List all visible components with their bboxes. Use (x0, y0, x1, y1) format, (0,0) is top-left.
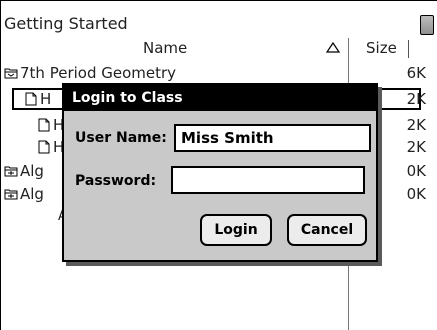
folder-icon (4, 166, 18, 177)
battery-icon (420, 15, 434, 35)
list-item-folder[interactable]: 7th Period Geometry 6K (0, 62, 437, 84)
item-size: 0K (406, 185, 426, 203)
document-icon (38, 140, 50, 154)
document-icon (38, 118, 50, 132)
username-field[interactable]: Miss Smith (174, 124, 371, 152)
item-name: 7th Period Geometry (20, 64, 177, 82)
item-size: 6K (406, 64, 426, 82)
password-label: Password: (75, 173, 157, 189)
cancel-button[interactable]: Cancel (287, 214, 367, 246)
item-name: Alg (20, 185, 44, 203)
item-name: H (40, 90, 52, 108)
item-name: Alg (20, 162, 44, 180)
document-title: Getting Started (4, 14, 128, 33)
folder-icon (4, 68, 18, 79)
username-label: User Name: (75, 130, 167, 146)
folder-icon (4, 189, 18, 200)
dialog-title: Login to Class (64, 85, 376, 111)
document-icon (25, 92, 37, 106)
password-field[interactable] (171, 166, 365, 194)
sort-ascending-icon[interactable] (326, 40, 340, 54)
item-size: 2K (406, 116, 426, 134)
item-size: 0K (406, 162, 426, 180)
item-size: 2K (406, 138, 426, 156)
column-header-name[interactable]: Name (143, 38, 187, 58)
item-size: 2K (406, 90, 426, 108)
column-header-size[interactable]: Size (366, 38, 397, 58)
login-button[interactable]: Login (200, 214, 272, 246)
login-dialog: Login to Class User Name: Miss Smith Pas… (62, 83, 378, 262)
column-divider-right (408, 40, 409, 58)
